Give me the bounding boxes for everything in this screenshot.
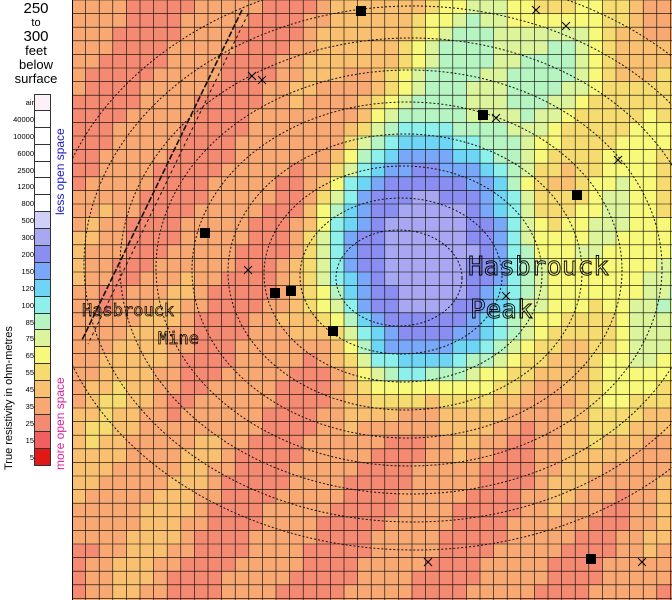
scale-level-label: 150 [21, 266, 34, 276]
scale-level-swatch [34, 381, 51, 399]
hasbrouck-mine-label-line2: Mine [158, 329, 199, 349]
mine-marker [356, 6, 366, 16]
scale-level-label: 10000 [13, 131, 34, 141]
scale-level-label: 45 [25, 385, 34, 395]
scale-level-label: 120 [21, 283, 34, 293]
scale-level-swatch [34, 178, 51, 196]
scale-level-swatch [34, 279, 51, 297]
scale-level-label: 800 [21, 199, 34, 209]
hasbrouck-peak-label: Hasbrouck [468, 252, 609, 282]
scale-level-label: 200 [21, 250, 34, 260]
scale-level-swatch [34, 229, 51, 247]
resistivity-grid: Hasbrouck Peak Hasbrouck Mine [72, 0, 672, 600]
scale-level: 10000 [2, 127, 52, 145]
mine-marker [478, 110, 488, 120]
scale-level-swatch [34, 246, 51, 263]
scale-level: 500 [2, 212, 52, 230]
mine-marker [200, 228, 210, 238]
mine-marker [286, 286, 296, 296]
legend-panel: 250 to 300 feet below surface air 40000 10… [0, 0, 72, 600]
scale-level-swatch [34, 144, 51, 162]
scale-level-label: 100 [21, 300, 34, 310]
resistivity-map: Hasbrouck Peak Hasbrouck Mine [72, 0, 672, 600]
hasbrouck-peak-label-line2: Peak [470, 295, 533, 325]
depth-to: 300 [23, 28, 49, 45]
depth-line4: surface [14, 71, 58, 86]
scale-level-label: 500 [21, 216, 34, 226]
scale-level-label: 65 [25, 351, 34, 361]
scale-level: 800 [2, 195, 52, 213]
depth-unit: feet [25, 43, 47, 58]
scale-level-swatch [34, 195, 51, 213]
scale-level: air [2, 94, 52, 111]
scale-level-swatch [34, 262, 51, 280]
mine-marker [586, 554, 596, 564]
scale-level-label: 55 [25, 368, 34, 378]
scale-level-swatch [34, 212, 51, 230]
scale-level-swatch [34, 296, 51, 314]
scale-level-label: air [25, 98, 34, 107]
mine-marker [572, 190, 582, 200]
scale-level-label: 6000 [17, 148, 34, 158]
scale-level: 300 [2, 229, 52, 247]
scale-level-label: 85 [25, 317, 34, 327]
scale-level-swatch [34, 364, 51, 382]
more-open-space-label: more open space [53, 377, 67, 470]
hasbrouck-mine-label: Hasbrouck [82, 301, 174, 321]
scale-level-swatch [34, 94, 51, 111]
scale-level-swatch [34, 110, 51, 128]
less-open-space-label: less open space [53, 128, 67, 215]
scale-level-label: 15 [25, 435, 34, 445]
scale-level: 1200 [2, 178, 52, 196]
depth-range-label: 250 to 300 feet below surface [0, 0, 72, 86]
scale-level-swatch [34, 161, 51, 179]
scale-level: 40000 [2, 110, 52, 128]
scale-level-label: 25 [25, 418, 34, 428]
scale-level: 150 [2, 262, 52, 280]
scale-level: 120 [2, 279, 52, 297]
scale-level: 2500 [2, 161, 52, 179]
depth-line3: below [19, 57, 53, 72]
scale-level-swatch [34, 431, 51, 449]
scale-level-swatch [34, 313, 51, 331]
scale-level-swatch [34, 330, 51, 348]
resistivity-cells [72, 0, 672, 600]
scale-level-swatch [34, 398, 51, 415]
scale-level-label: 1200 [17, 182, 34, 192]
mine-marker [328, 326, 338, 336]
scale-level-swatch [34, 127, 51, 145]
scale-level-swatch [34, 448, 51, 466]
scale-level-label: 35 [25, 402, 34, 412]
scale-level-swatch [34, 414, 51, 432]
depth-from: 250 [23, 0, 49, 17]
scale-level-label: 75 [25, 334, 34, 344]
resistivity-axis-label: True resistivity in ohm-metres [3, 326, 15, 470]
scale-level-label: 300 [21, 233, 34, 243]
scale-level-swatch [34, 347, 51, 365]
mine-marker [270, 288, 280, 298]
scale-level-label: 2500 [17, 165, 34, 175]
scale-level: 200 [2, 246, 52, 263]
scale-level: 6000 [2, 144, 52, 162]
scale-level: 100 [2, 296, 52, 314]
scale-level-label: 40000 [13, 114, 34, 124]
